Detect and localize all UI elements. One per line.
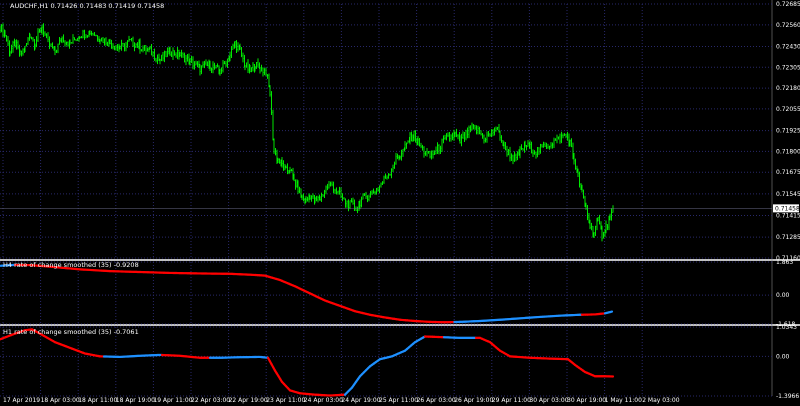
price-tick-label: 0.72180 <box>776 85 800 92</box>
x-tick-label: 18 Apr 03:00 <box>41 397 80 404</box>
chart-area[interactable]: 0.72685 0.72560 0.72430 0.72305 0.72180 0.720… <box>0 0 800 406</box>
x-tick-label: 30 Apr 19:00 <box>567 397 606 404</box>
x-tick-label: 30 Apr 03:00 <box>529 397 568 404</box>
main-chart-title: AUDCHF,H1 0.71426 0.71483 0.71419 0.7145… <box>10 2 164 10</box>
x-tick-label: 22 Apr 03:00 <box>191 397 230 404</box>
x-tick-label: 19 Apr 11:00 <box>153 397 192 404</box>
price-tick-label: 0.71285 <box>776 234 800 241</box>
x-tick-label: 25 Apr 11:00 <box>379 397 418 404</box>
x-tick-label: 17 Apr 2019 <box>3 397 40 404</box>
price-tick-label: 0.72305 <box>776 64 800 71</box>
h1-indicator-title: H1 rate of change smoothed (35) -0.7061 <box>3 328 139 336</box>
x-tick-label: 23 Apr 11:00 <box>266 397 305 404</box>
price-tick-label: 0.72055 <box>776 106 800 113</box>
price-tick-label: 0.72685 <box>776 1 800 8</box>
indicator-tick-label: -1.3966 <box>776 393 799 400</box>
x-tick-label: 22 Apr 19:00 <box>229 397 268 404</box>
x-tick-label: 26 Apr 03:00 <box>417 397 456 404</box>
indicator-tick-label: 0.00 <box>776 292 790 299</box>
x-tick-label: 18 Apr 19:00 <box>116 397 155 404</box>
price-tick-label: 0.71545 <box>776 191 800 198</box>
x-tick-label: 18 Apr 11:00 <box>78 397 117 404</box>
price-tick-label: 0.72560 <box>776 22 800 29</box>
x-tick-label: 24 Apr 19:00 <box>341 397 380 404</box>
current-price-label: 0.71458 <box>775 205 800 212</box>
indicator-tick-label: 1.863 <box>776 259 793 266</box>
time-axis: 17 Apr 2019 18 Apr 03:0018 Apr 11:0018 Ap… <box>3 397 680 404</box>
price-tick-label: 0.71800 <box>776 148 800 155</box>
price-tick-label: 0.71675 <box>776 169 800 176</box>
price-tick-label: 0.71415 <box>776 213 800 220</box>
price-tick-label: 0.72430 <box>776 43 800 50</box>
price-tick-label: 0.71925 <box>776 128 800 135</box>
x-tick-label: 24 Apr 03:00 <box>304 397 343 404</box>
x-tick-label: 26 Apr 19:00 <box>454 397 493 404</box>
x-tick-label: 2 May 03:00 <box>642 397 680 404</box>
indicator-tick-label: 1.0343 <box>776 324 797 331</box>
x-tick-label: 29 Apr 11:00 <box>492 397 531 404</box>
x-tick-label: 1 May 11:00 <box>605 397 643 404</box>
indicator-tick-label: 0.00 <box>776 353 790 360</box>
h4-indicator-title: H4 rate of change smoothed (35) -0.9208 <box>3 261 139 269</box>
